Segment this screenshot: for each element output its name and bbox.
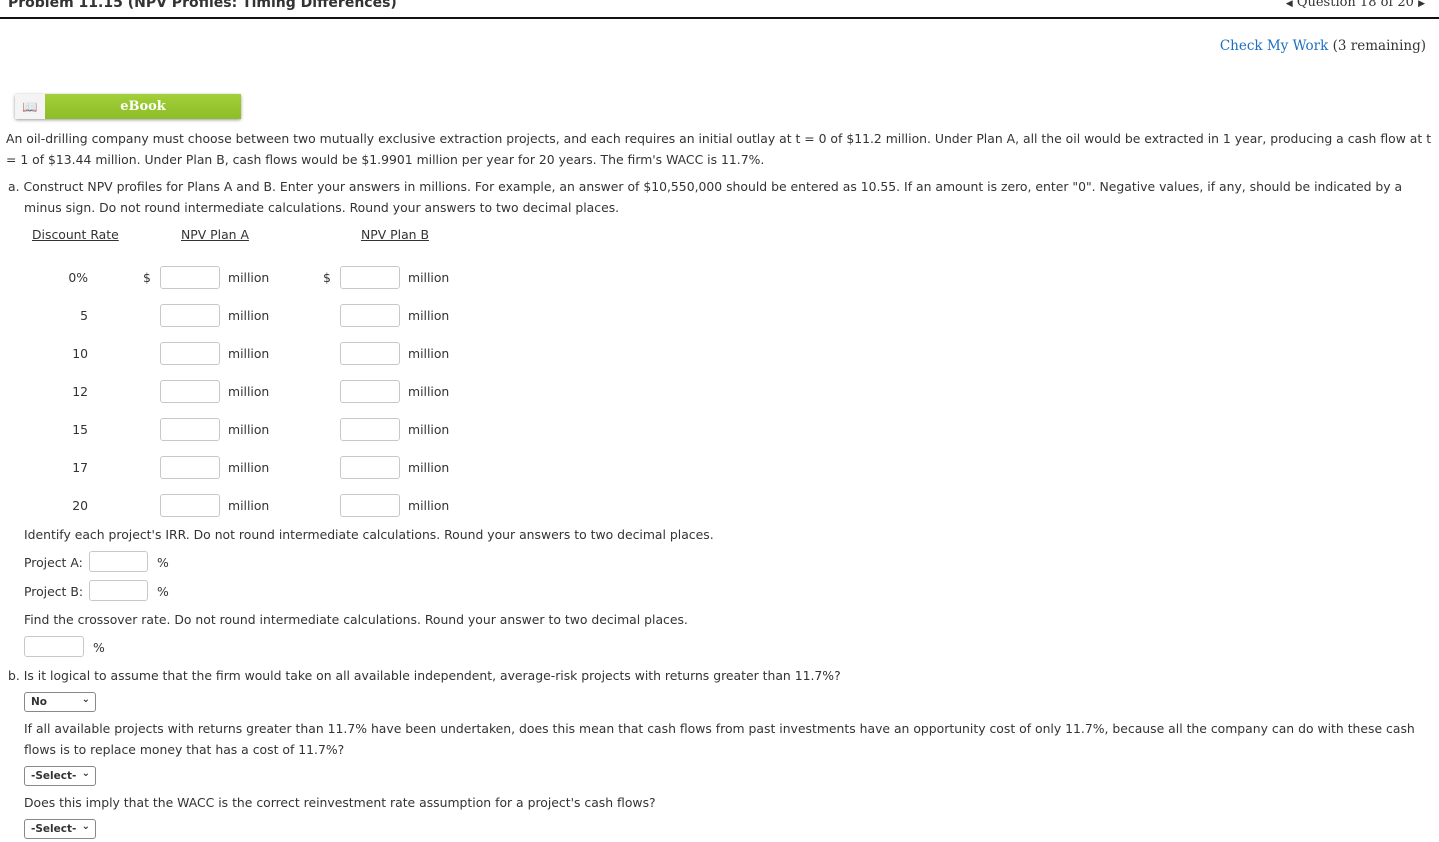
npv-a-input[interactable] [160,266,220,289]
npv-b-input[interactable] [340,266,400,289]
check-my-work-link[interactable]: Check My Work [1220,38,1329,54]
unit-a: million [228,498,270,513]
crossover-prompt: Find the crossover rate. Do not round in… [24,612,688,627]
crossover-input[interactable] [24,636,84,657]
header-npv-a: NPV Plan A [181,227,249,242]
book-icon: 📖 [15,94,45,119]
part-b-q1: b. Is it logical to assume that the firm… [8,668,841,683]
unit-a: million [228,346,270,361]
q2-select[interactable]: -Select- ⌄ [24,766,96,786]
unit-a: million [228,308,270,323]
npv-a-input[interactable] [160,380,220,403]
part-b-q3: Does this imply that the WACC is the cor… [24,795,656,810]
q1-select[interactable]: No ⌄ [24,692,96,712]
npv-a-input[interactable] [160,494,220,517]
npv-b-input[interactable] [340,418,400,441]
npv-b-input[interactable] [340,342,400,365]
discount-rate: 12 [72,384,88,399]
irr-a-pct: % [157,555,169,570]
part-b-q2: If all available projects with returns g… [24,721,1415,757]
currency-b: $ [323,270,331,285]
irr-b-label: Project B: [24,584,84,599]
unit-b: million [408,346,450,361]
npv-b-input[interactable] [340,494,400,517]
question-nav[interactable]: ◀ Question 18 of 20 ▶ [1286,0,1425,10]
ebook-button[interactable]: 📖 eBook [15,94,241,119]
irr-b-pct: % [157,584,169,599]
header-npv-b: NPV Plan B [361,227,429,242]
unit-a: million [228,460,270,475]
header-divider [0,17,1439,19]
ebook-label: eBook [45,94,241,119]
unit-b: million [408,498,450,513]
chevron-down-icon: ⌄ [81,821,90,832]
npv-a-input[interactable] [160,342,220,365]
unit-b: million [408,270,450,285]
q3-selected: -Select- [31,823,77,835]
npv-a-input[interactable] [160,418,220,441]
discount-rate: 5 [80,308,88,323]
npv-b-input[interactable] [340,380,400,403]
next-arrow-icon[interactable]: ▶ [1418,0,1425,9]
q1-selected: No [31,696,48,708]
unit-a: million [228,384,270,399]
unit-a: million [228,422,270,437]
page-title: Problem 11.15 (NPV Profiles: Timing Diff… [8,0,397,11]
prev-arrow-icon[interactable]: ◀ [1286,0,1293,9]
discount-rate: 20 [72,498,88,513]
unit-b: million [408,384,450,399]
crossover-pct: % [93,640,105,655]
npv-b-input[interactable] [340,304,400,327]
remaining-count: (3 remaining) [1332,38,1426,54]
chevron-down-icon: ⌄ [81,694,90,705]
header-discount-rate: Discount Rate [32,227,119,242]
irr-a-label: Project A: [24,555,83,570]
irr-prompt: Identify each project's IRR. Do not roun… [24,527,714,542]
check-my-work: Check My Work (3 remaining) [1220,38,1426,54]
unit-b: million [408,422,450,437]
npv-b-input[interactable] [340,456,400,479]
discount-rate: 10 [72,346,88,361]
unit-b: million [408,308,450,323]
irr-a-input[interactable] [89,551,148,572]
currency-a: $ [143,270,151,285]
unit-b: million [408,460,450,475]
discount-rate: 15 [72,422,88,437]
part-a-prompt: a. Construct NPV profiles for Plans A an… [8,179,1403,215]
chevron-down-icon: ⌄ [81,768,90,779]
problem-intro: An oil-drilling company must choose betw… [6,131,1432,167]
irr-b-input[interactable] [89,580,148,601]
discount-rate: 0% [68,270,88,285]
npv-a-input[interactable] [160,304,220,327]
unit-a: million [228,270,270,285]
q3-select[interactable]: -Select- ⌄ [24,819,96,839]
question-nav-label: Question 18 of 20 [1296,0,1414,10]
q2-selected: -Select- [31,770,77,782]
npv-a-input[interactable] [160,456,220,479]
discount-rate: 17 [72,460,88,475]
